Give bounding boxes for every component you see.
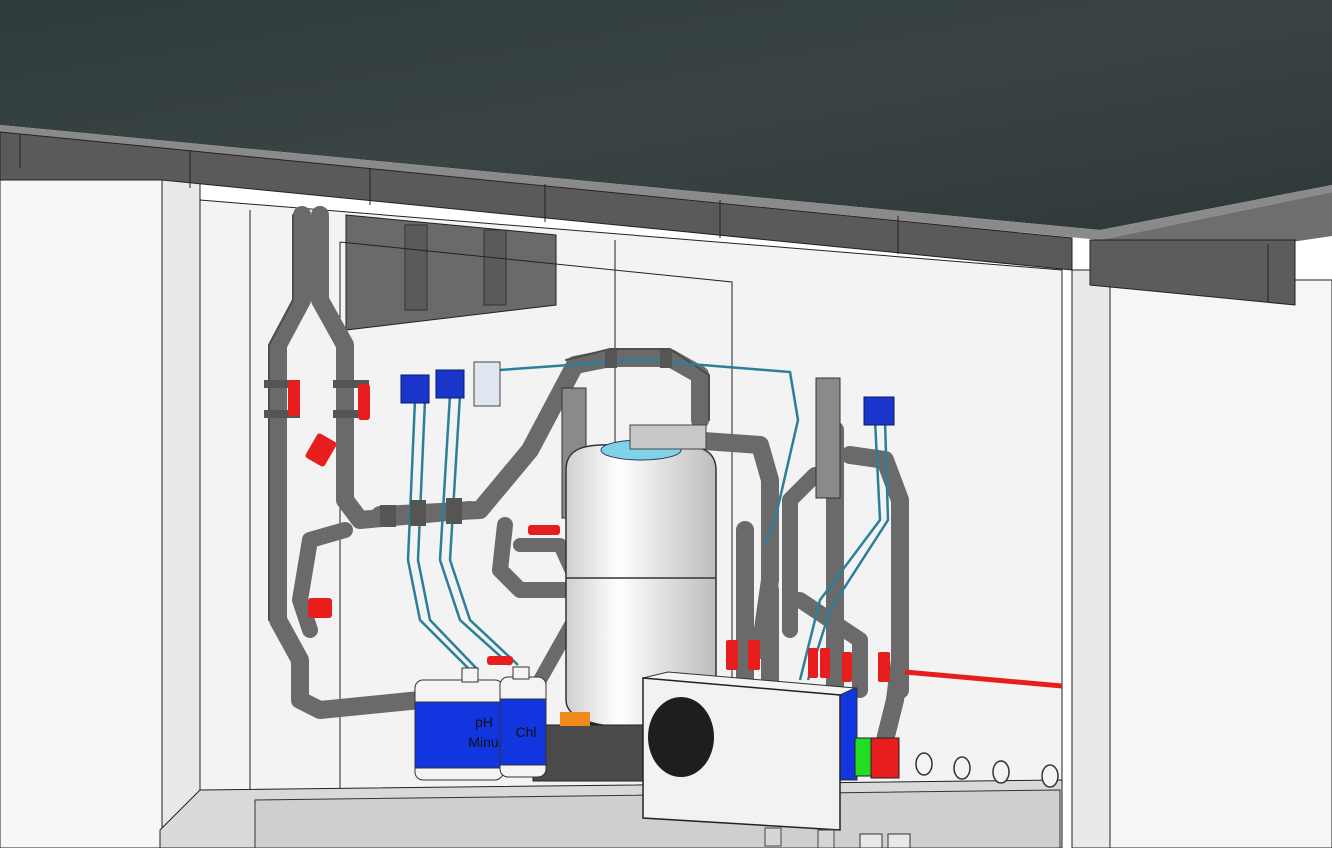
sensor-box xyxy=(400,374,430,404)
pipe-union xyxy=(380,505,396,527)
wall-outlet xyxy=(953,756,971,780)
canister-cap xyxy=(461,667,479,683)
left-outer-wall xyxy=(0,179,163,848)
left-wall-inner xyxy=(159,149,201,831)
heat-pump-foot xyxy=(817,829,835,848)
wall-outlet xyxy=(1041,764,1059,788)
pipe-union xyxy=(446,498,462,524)
valve-handle xyxy=(808,648,818,678)
filter-base-pad xyxy=(560,712,590,726)
wall-outlet xyxy=(915,752,933,776)
filter-base-block xyxy=(532,724,654,782)
pipe-union xyxy=(410,500,426,526)
filter-tank-valve xyxy=(629,424,707,450)
uv-unit xyxy=(815,377,841,499)
valve-handle xyxy=(820,648,830,678)
pool-equipment-room-diagram: pH Minus Chl xyxy=(0,0,1332,848)
valve-handle xyxy=(726,640,738,670)
canister-label: Chl xyxy=(515,724,536,740)
valve-handle xyxy=(878,652,890,682)
heat-pump-foot xyxy=(764,827,782,847)
window-louver-1 xyxy=(404,224,428,311)
valve-handle xyxy=(487,656,513,665)
window-louver-2 xyxy=(483,229,507,306)
sensor-box xyxy=(435,369,465,399)
indicator-green xyxy=(854,737,872,777)
valve-handle xyxy=(358,384,370,420)
floor-pipe-stub xyxy=(859,833,883,848)
canister-cap xyxy=(512,666,530,680)
right-wall xyxy=(1071,269,1111,848)
valve-handle xyxy=(288,380,300,416)
pipe-union xyxy=(660,350,672,368)
wall-outlet xyxy=(992,760,1010,784)
indicator-red xyxy=(870,737,900,779)
fan-icon xyxy=(648,697,714,777)
floor-pipe-stub xyxy=(887,833,911,848)
canisters: pH Minus Chl xyxy=(414,666,547,781)
valve-handle xyxy=(308,598,332,618)
canister-label: pH xyxy=(475,714,493,730)
sensor-box xyxy=(863,396,895,426)
flow-meter xyxy=(473,361,501,407)
pipe-union xyxy=(605,350,617,368)
valve-handle xyxy=(842,652,852,682)
canister-chlorine: Chl xyxy=(499,666,547,778)
valve-handle xyxy=(528,525,560,535)
right-outer-wall xyxy=(1109,279,1332,848)
canister-ph-minus: pH Minus xyxy=(414,667,506,781)
valve-handle xyxy=(748,640,760,670)
